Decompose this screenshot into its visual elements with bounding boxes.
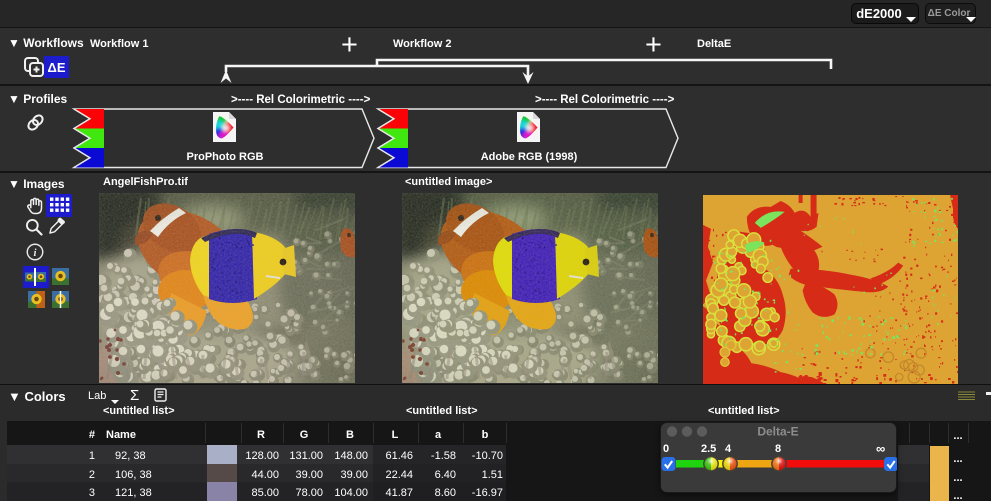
svg-text:0: 0 [663,443,669,455]
svg-text:4: 4 [725,443,732,455]
svg-text:Delta-E: Delta-E [757,425,798,439]
svg-text:8: 8 [775,443,781,455]
svg-text:2.5: 2.5 [701,443,716,455]
svg-text:i: i [34,247,37,259]
svg-text:∞: ∞ [876,441,885,456]
